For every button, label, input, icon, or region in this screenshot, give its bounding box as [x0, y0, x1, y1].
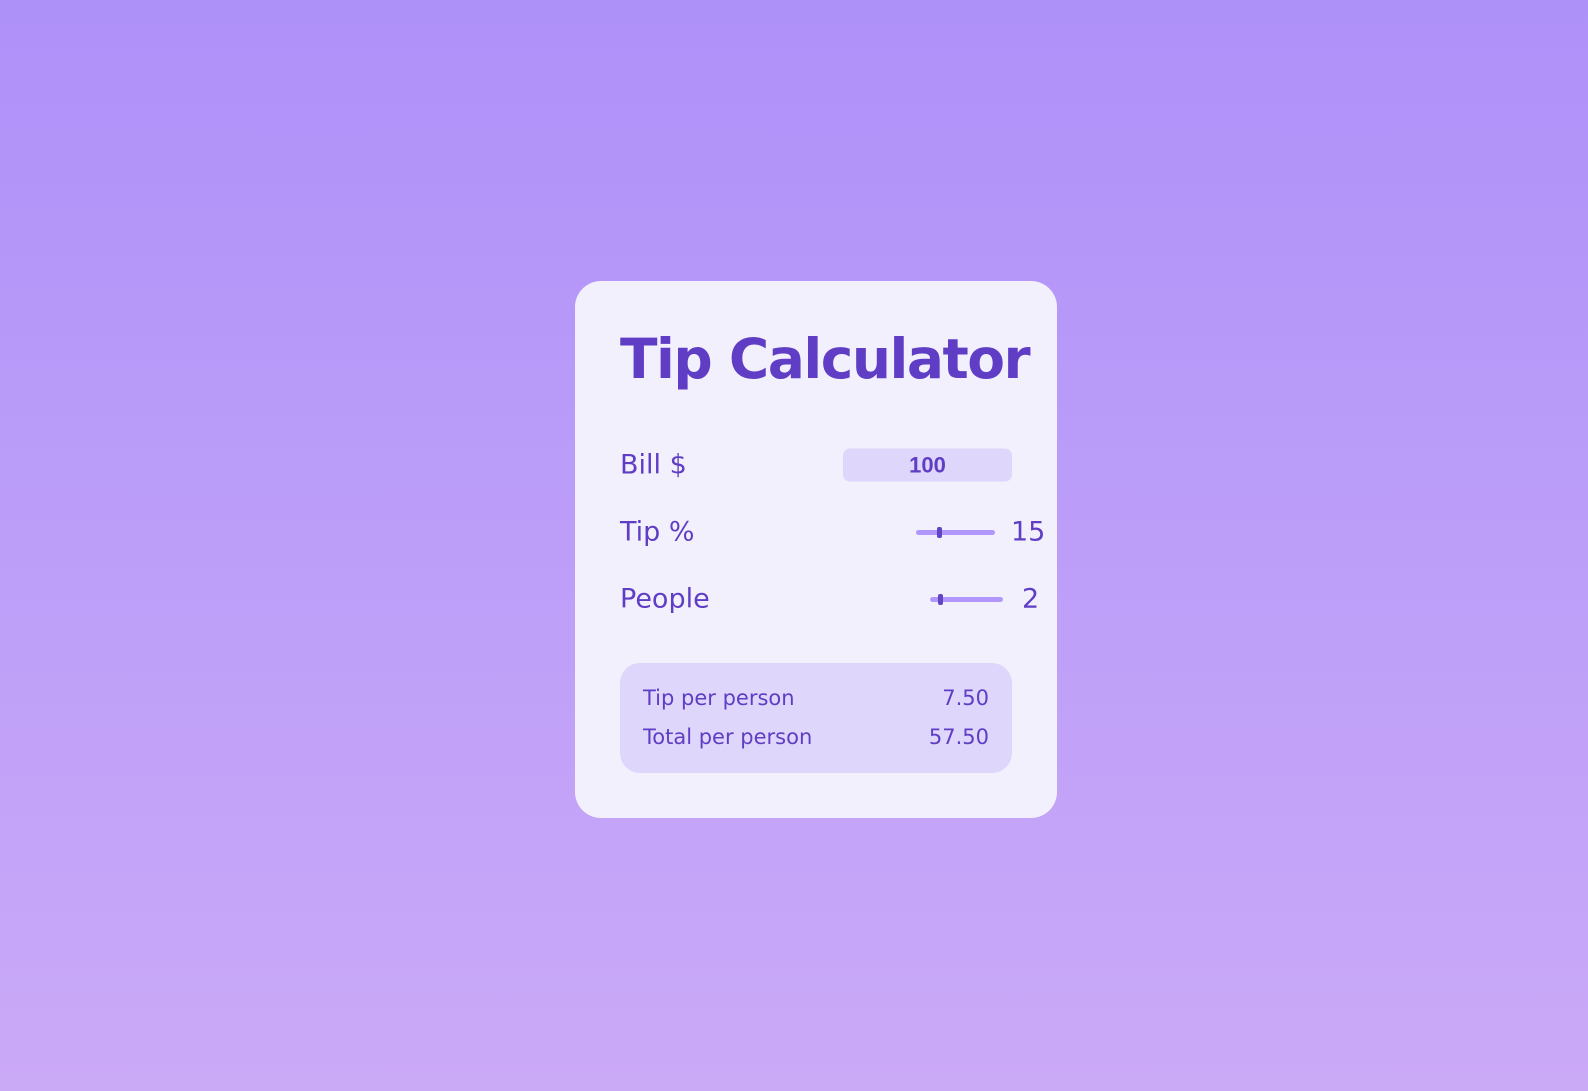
people-value: 2 — [1022, 583, 1040, 615]
tip-slider[interactable] — [916, 526, 995, 538]
results-panel: Tip per person 7.50 Total per person 57.… — [620, 663, 1012, 773]
total-per-person-value: 57.50 — [928, 725, 989, 749]
bill-label: Bill $ — [620, 449, 687, 481]
people-slider[interactable] — [930, 593, 1003, 605]
total-per-person-label: Total per person — [643, 725, 813, 749]
people-slider-thumb[interactable] — [938, 593, 944, 605]
tip-row: Tip % 15 — [620, 512, 1045, 552]
people-row: People 2 — [620, 579, 1039, 619]
bill-row: Bill $ — [620, 445, 1012, 485]
tip-slider-thumb[interactable] — [937, 526, 943, 538]
page-title: Tip Calculator — [620, 327, 1031, 391]
tip-per-person-label: Tip per person — [643, 686, 795, 710]
total-per-person-row: Total per person 57.50 — [643, 722, 989, 752]
tip-per-person-value: 7.50 — [942, 686, 989, 710]
tip-calculator-card: Tip Calculator Bill $ Tip % 15 People 2 … — [575, 281, 1057, 818]
people-label: People — [620, 583, 710, 615]
bill-input[interactable] — [843, 448, 1012, 482]
tip-label: Tip % — [620, 516, 695, 548]
tip-value: 15 — [1011, 516, 1046, 548]
tip-per-person-row: Tip per person 7.50 — [643, 683, 989, 713]
